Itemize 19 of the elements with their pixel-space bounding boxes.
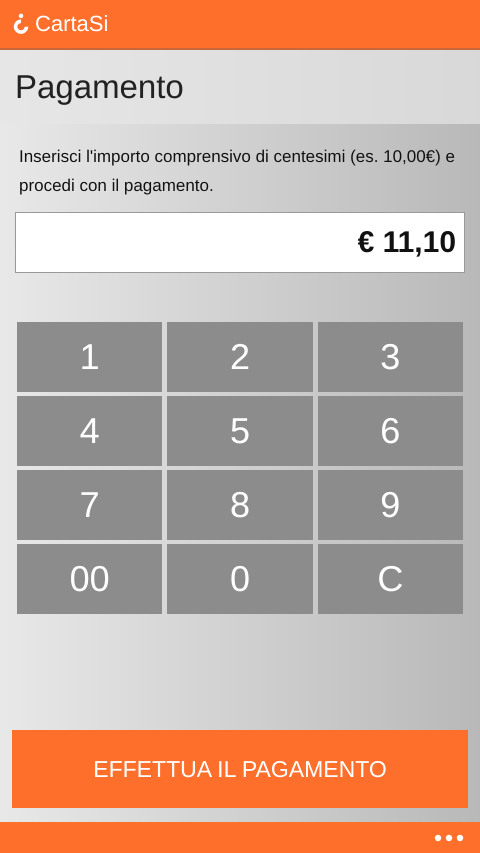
amount-field[interactable]: € 11,10 bbox=[15, 212, 465, 273]
page-title: Pagamento bbox=[15, 68, 184, 106]
keypad-key[interactable]: 9 bbox=[318, 470, 463, 540]
instructions-text: Inserisci l'importo comprensivo di centesimi (es. 10,00€) e procedi con il pagamento. bbox=[19, 146, 456, 197]
brand-name: CartaSi bbox=[35, 11, 108, 37]
logo-icon bbox=[12, 13, 30, 35]
keypad-key[interactable]: 2 bbox=[167, 322, 313, 392]
keypad-key[interactable]: 8 bbox=[167, 470, 313, 540]
keypad-key[interactable]: 1 bbox=[17, 322, 162, 392]
keypad-key[interactable]: 7 bbox=[17, 470, 162, 540]
keypad-key[interactable]: 5 bbox=[167, 396, 313, 466]
keypad-key[interactable]: 0 bbox=[167, 544, 313, 614]
pay-button[interactable]: EFFETTUA IL PAGAMENTO bbox=[12, 730, 468, 808]
more-icon[interactable] bbox=[434, 834, 464, 842]
keypad-key[interactable]: 6 bbox=[318, 396, 463, 466]
keypad-key[interactable]: 4 bbox=[17, 396, 162, 466]
keypad-key[interactable]: 00 bbox=[17, 544, 162, 614]
keypad-key[interactable]: C bbox=[318, 544, 463, 614]
keypad-key[interactable]: 3 bbox=[318, 322, 463, 392]
